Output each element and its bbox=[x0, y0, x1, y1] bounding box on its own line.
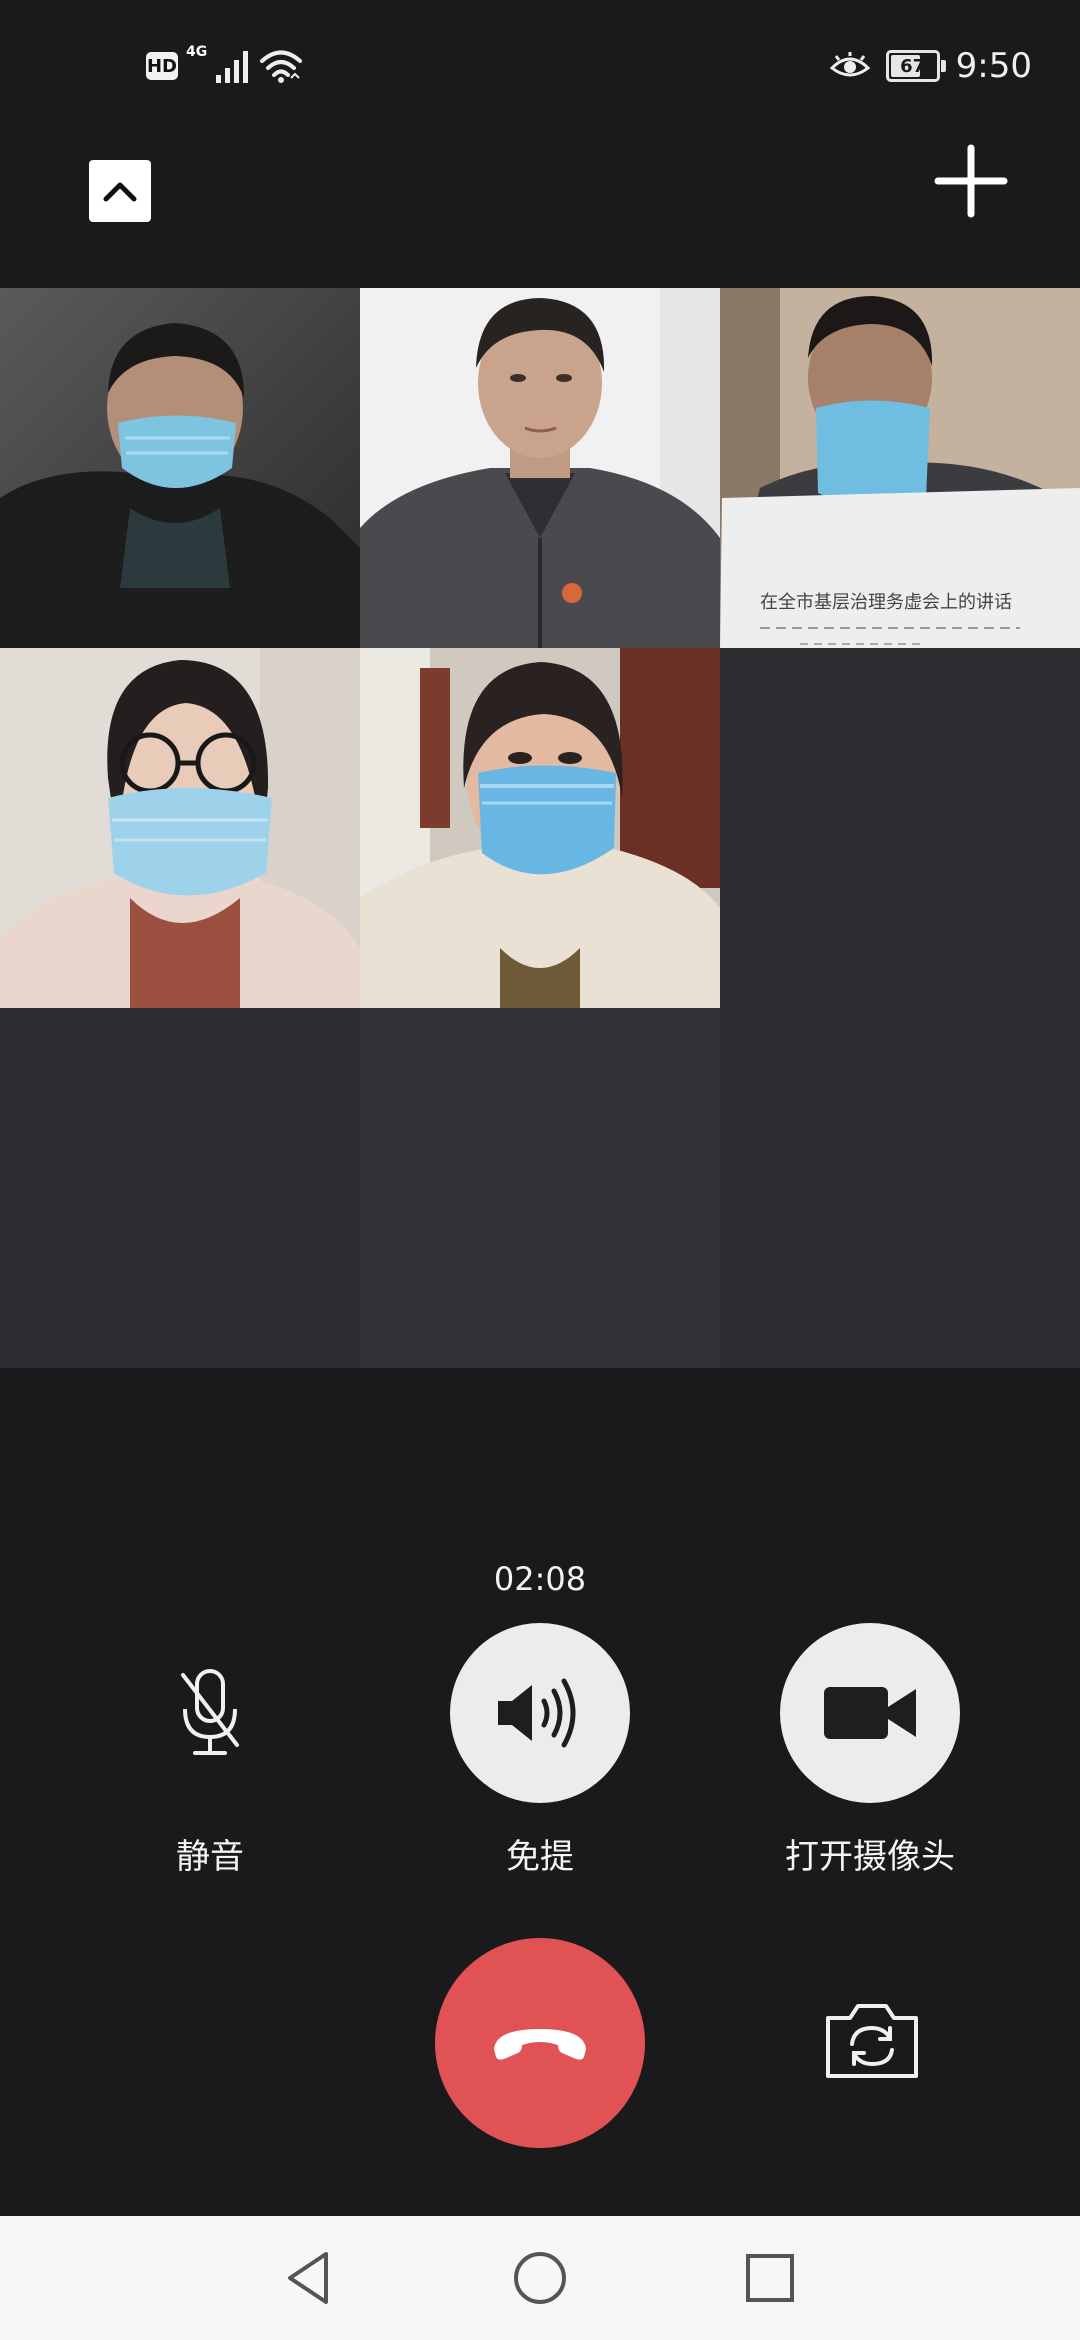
participant-video-1[interactable] bbox=[0, 288, 360, 648]
camera-switch-icon bbox=[826, 2004, 918, 2078]
participant-video-frame bbox=[0, 648, 360, 1008]
add-participant-button[interactable] bbox=[930, 140, 1012, 222]
empty-video-slot bbox=[720, 1008, 1080, 1368]
battery-level-text: 67 bbox=[900, 55, 926, 77]
camera-icon-holder bbox=[780, 1623, 960, 1803]
hd-badge: HD bbox=[146, 52, 178, 80]
video-camera-icon bbox=[824, 1687, 916, 1739]
switch-camera-button[interactable] bbox=[822, 1998, 922, 2082]
system-nav-bar bbox=[0, 2216, 1080, 2340]
participant-video-frame bbox=[360, 648, 720, 1008]
status-right: 67 9:50 bbox=[829, 40, 1032, 92]
signal-icon bbox=[216, 51, 249, 83]
speaker-icon bbox=[498, 1678, 576, 1748]
participant-video-frame bbox=[0, 288, 360, 648]
empty-video-slot bbox=[720, 648, 1080, 1008]
phone-hangup-icon bbox=[494, 2029, 586, 2060]
network-type: 4G bbox=[186, 44, 208, 60]
battery-tip bbox=[940, 60, 946, 72]
wifi-icon bbox=[260, 50, 303, 83]
participant-video-5[interactable] bbox=[360, 648, 720, 1008]
back-triangle-icon[interactable] bbox=[278, 2246, 342, 2310]
participant-video-4[interactable] bbox=[0, 648, 360, 1008]
open-camera-label: 打开摄像头 bbox=[785, 1837, 955, 1877]
plus-icon bbox=[934, 144, 1008, 218]
mute-button[interactable]: 静音 bbox=[80, 1623, 340, 1878]
participant-video-2[interactable] bbox=[360, 288, 720, 648]
eye-comfort-icon bbox=[829, 52, 870, 77]
hang-up-button[interactable] bbox=[435, 1938, 645, 2148]
mute-icon-holder bbox=[120, 1623, 300, 1803]
empty-video-slot bbox=[0, 1008, 360, 1368]
status-left: HD 4G bbox=[146, 44, 303, 86]
speaker-label: 免提 bbox=[506, 1837, 574, 1877]
minimize-call-button[interactable] bbox=[89, 160, 151, 222]
open-camera-button[interactable]: 打开摄像头 bbox=[740, 1623, 1000, 1878]
battery-icon: 67 bbox=[885, 50, 946, 82]
participant-video-frame bbox=[360, 288, 720, 648]
empty-video-slot bbox=[360, 1008, 720, 1368]
home-circle-icon[interactable] bbox=[508, 2246, 572, 2310]
call-screen: HD 4G 67 9:50 在全市基层治理务虚会上的讲话 02:08 静音 免提… bbox=[0, 0, 1080, 2340]
chevron-up-icon bbox=[103, 182, 137, 202]
mute-label: 静音 bbox=[176, 1837, 244, 1877]
call-duration: 02:08 bbox=[493, 1560, 587, 1598]
document-heading: 在全市基层治理务虚会上的讲话 bbox=[760, 592, 1012, 613]
mic-off-icon bbox=[181, 1669, 239, 1755]
status-bar: HD 4G 67 9:50 bbox=[0, 0, 1080, 130]
speaker-button[interactable]: 免提 bbox=[410, 1623, 670, 1878]
speaker-icon-holder bbox=[450, 1623, 630, 1803]
clock: 9:50 bbox=[955, 46, 1032, 86]
participant-video-3[interactable]: 在全市基层治理务虚会上的讲话 bbox=[720, 288, 1080, 648]
participant-video-frame: 在全市基层治理务虚会上的讲话 bbox=[720, 288, 1080, 648]
recents-square-icon[interactable] bbox=[738, 2246, 802, 2310]
video-grid: 在全市基层治理务虚会上的讲话 bbox=[0, 288, 1080, 1368]
